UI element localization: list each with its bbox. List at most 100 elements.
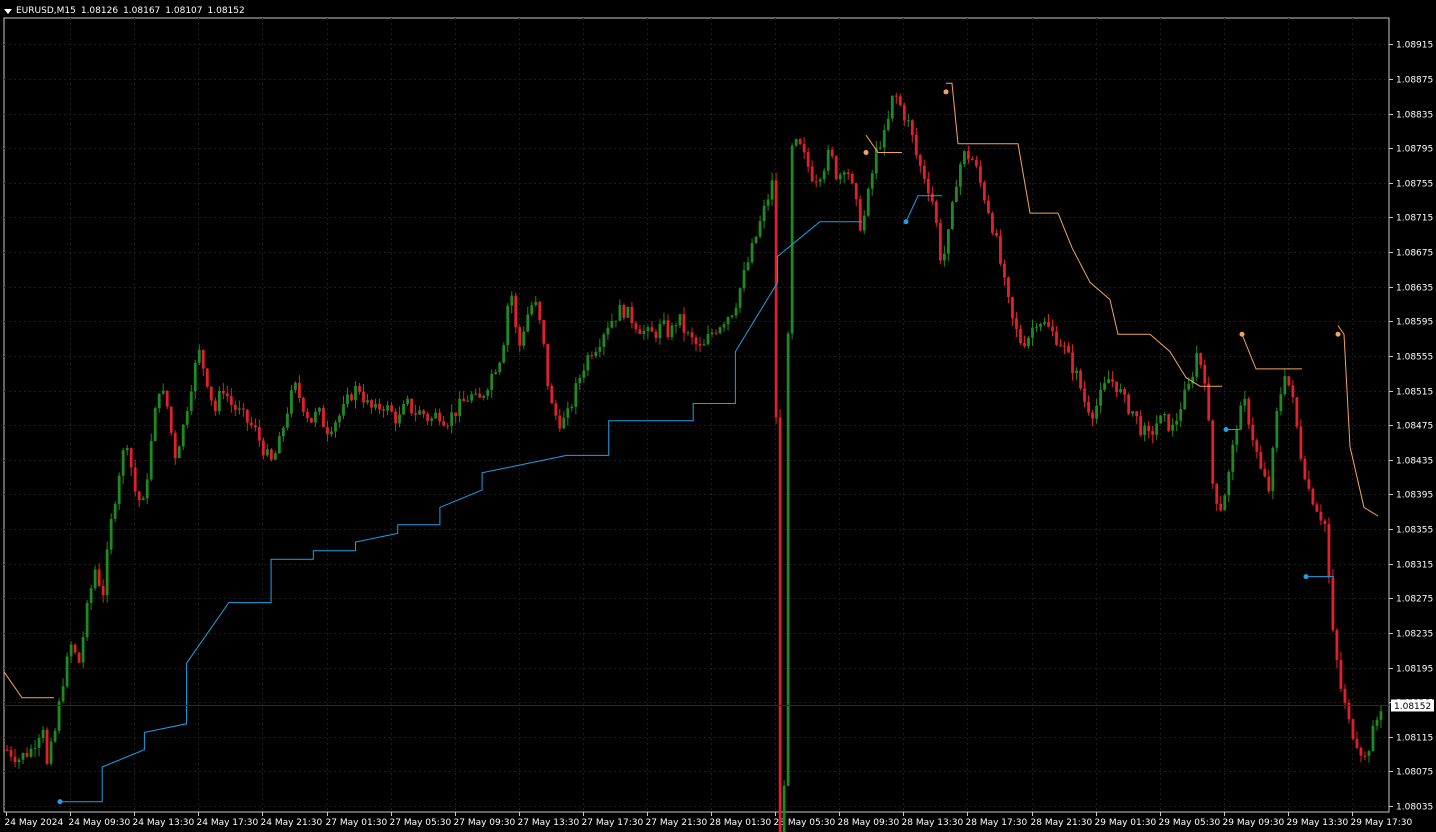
candle-body xyxy=(49,741,53,764)
x-tick-label: 27 May 09:30 xyxy=(454,818,516,828)
candle-body xyxy=(975,160,978,167)
candle-body xyxy=(794,139,798,146)
candle-body xyxy=(1227,471,1231,496)
candle-body xyxy=(229,396,233,405)
candle-body xyxy=(542,320,546,344)
candle-body xyxy=(257,427,261,441)
candle-body xyxy=(554,403,558,416)
resistance-line xyxy=(1337,325,1379,517)
candle-body xyxy=(930,193,934,202)
candle-body xyxy=(906,120,910,122)
candle-body xyxy=(334,422,337,432)
candle-body xyxy=(642,330,646,334)
candle-body xyxy=(1235,429,1239,445)
candle-body xyxy=(630,306,634,324)
candle-body xyxy=(894,95,898,97)
candle-body xyxy=(1271,447,1275,492)
candle-body xyxy=(133,467,137,492)
candle-body xyxy=(306,411,309,418)
candle-body xyxy=(946,229,950,254)
candle-body xyxy=(850,173,854,184)
candle-body xyxy=(1099,389,1102,406)
candle-body xyxy=(1295,397,1299,427)
candle-body xyxy=(1367,751,1371,756)
candle-body xyxy=(1143,425,1147,436)
candle-body xyxy=(1159,415,1163,424)
candle-body xyxy=(786,333,790,786)
candle-body xyxy=(1263,468,1267,477)
candle-body xyxy=(762,205,766,222)
candle-body xyxy=(510,295,514,306)
candle-body xyxy=(81,637,85,663)
candle-body xyxy=(1247,398,1251,425)
x-tick-label: 24 May 2024 xyxy=(5,818,64,828)
candle-body xyxy=(450,412,454,426)
x-tick-label: 28 May 09:30 xyxy=(838,818,900,828)
candle-body xyxy=(1047,322,1050,327)
candle-body xyxy=(1231,444,1235,472)
candle-body xyxy=(1215,483,1219,504)
candle-body xyxy=(1155,423,1159,435)
candle-body xyxy=(983,182,986,201)
candle-body xyxy=(1327,524,1331,578)
resistance-marker-dot xyxy=(1335,331,1341,337)
support-line xyxy=(60,221,862,803)
x-tick-label: 28 May 17:30 xyxy=(966,818,1028,828)
support-marker-dot xyxy=(903,219,909,225)
y-tick-label: 1.08795 xyxy=(1396,145,1433,155)
candle-body xyxy=(458,398,462,416)
candle-body xyxy=(1071,352,1074,374)
price-chart[interactable]: 1.08915 1.08875 1.08835 1.08795 1.08755 1.087… xyxy=(0,0,1436,832)
candle-body xyxy=(1111,379,1115,382)
candle-body xyxy=(1011,297,1014,319)
candle-body xyxy=(446,425,450,427)
y-tick-label: 1.08395 xyxy=(1396,491,1433,501)
candle-body xyxy=(282,427,285,437)
candle-body xyxy=(290,390,293,414)
x-tick-label: 28 May 01:30 xyxy=(710,818,772,828)
candle-body xyxy=(378,403,381,410)
candle-body xyxy=(173,432,177,459)
candle-body xyxy=(470,394,474,401)
candle-body xyxy=(626,306,630,318)
candle-body xyxy=(702,344,706,346)
candle-body xyxy=(1259,451,1263,469)
candle-body xyxy=(117,475,121,505)
candle-body xyxy=(750,242,754,263)
candle-body xyxy=(818,179,822,182)
candle-body xyxy=(886,118,890,131)
candle-body xyxy=(834,156,838,180)
candle-body xyxy=(1183,389,1187,410)
candle-body xyxy=(1043,322,1046,325)
candle-body xyxy=(253,425,257,428)
candle-body xyxy=(354,385,357,401)
candle-body xyxy=(137,491,141,501)
candle-body xyxy=(314,411,317,423)
candle-body xyxy=(225,393,229,397)
candle-body xyxy=(674,325,678,327)
y-tick-label: 1.08355 xyxy=(1396,526,1433,536)
candle-body xyxy=(181,424,185,447)
candle-body xyxy=(1255,440,1259,452)
candle-body xyxy=(782,785,786,832)
candle-body xyxy=(1163,414,1167,416)
candle-body xyxy=(105,549,109,596)
candle-body xyxy=(1239,405,1243,430)
chart-window[interactable]: EURUSD,M15 1.08126 1.08167 1.08107 1.081… xyxy=(0,0,1436,832)
candle-body xyxy=(1375,719,1379,726)
candle-body xyxy=(1279,394,1283,412)
y-tick-label: 1.08515 xyxy=(1396,388,1433,398)
candle-body xyxy=(350,394,353,401)
resistance-marker-dot xyxy=(943,89,949,95)
candle-body xyxy=(494,372,498,374)
resistance-marker-dot xyxy=(863,150,869,156)
candle-body xyxy=(1359,747,1363,756)
candle-body xyxy=(1151,431,1155,435)
candle-body xyxy=(758,221,762,237)
candle-body xyxy=(201,350,205,369)
x-tick-label: 24 May 09:30 xyxy=(69,818,131,828)
x-tick-label: 24 May 17:30 xyxy=(197,818,259,828)
candle-body xyxy=(1335,630,1339,661)
candle-body xyxy=(129,448,133,468)
candle-body xyxy=(770,180,774,200)
